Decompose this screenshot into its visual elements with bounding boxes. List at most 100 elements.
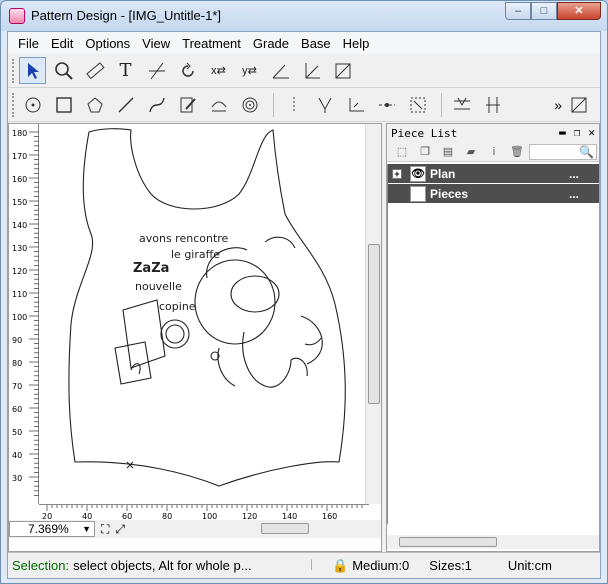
panel-close-icon[interactable]: ✕ [588, 126, 595, 139]
list-item-dots[interactable]: ... [569, 187, 579, 201]
angle-icon[interactable] [267, 57, 294, 84]
folder-icon[interactable]: ▰ [464, 145, 478, 159]
canvas-area[interactable]: 180 170 160 150 140 130 120 110 100 90 80 70 60 50 40 3… [8, 123, 382, 552]
ruler-tick-label: 130 [12, 244, 27, 253]
chevron-down-icon[interactable]: ▼ [82, 522, 91, 536]
corner-icon[interactable] [342, 91, 369, 118]
zoom-select[interactable]: 7.369% ▼ [9, 521, 95, 537]
cut-line-icon[interactable] [143, 57, 170, 84]
ruler-tick-label: 80 [12, 359, 22, 368]
toolbar-separator [273, 92, 274, 117]
point-icon[interactable] [280, 91, 307, 118]
zoom-icon[interactable] [50, 57, 77, 84]
piece-list: + 👁 Plan ... Pieces ... [387, 164, 599, 524]
pen-icon[interactable] [174, 91, 201, 118]
pattern-drawing[interactable]: avons rencontre le giraffe ZaZa nouvelle… [39, 124, 367, 504]
menu-bar: File Edit Options View Treatment Grade B… [8, 32, 600, 54]
axis-icon[interactable] [298, 57, 325, 84]
rotate-icon[interactable] [174, 57, 201, 84]
ruler-tick-label: 100 [12, 313, 27, 322]
menu-file[interactable]: File [12, 36, 45, 51]
copy-piece-icon[interactable]: ❐ [418, 145, 432, 159]
ruler-tick-label: 120 [12, 267, 27, 276]
zoom-fit-icon[interactable]: ⛶ [101, 522, 109, 537]
measure-icon[interactable] [404, 91, 431, 118]
line-icon[interactable] [112, 91, 139, 118]
circle-icon[interactable] [19, 91, 46, 118]
toolbar-overflow-button[interactable]: » [554, 97, 562, 113]
toolbar-grip[interactable] [12, 92, 16, 117]
toolbar-grip[interactable] [12, 58, 16, 83]
panel-minimize-icon[interactable]: ▬ [559, 126, 566, 139]
canvas-horizontal-scrollbar[interactable] [125, 521, 375, 536]
menu-treatment[interactable]: Treatment [176, 36, 247, 51]
select-arrow-icon[interactable] [19, 57, 46, 84]
menu-grade[interactable]: Grade [247, 36, 295, 51]
paste-piece-icon[interactable]: ▤ [441, 145, 455, 159]
menu-edit[interactable]: Edit [45, 36, 79, 51]
horizontal-scroll-thumb[interactable] [261, 523, 309, 534]
panel-restore-icon[interactable]: ❐ [574, 126, 581, 139]
notch-icon[interactable] [311, 91, 338, 118]
minimize-button[interactable]: – [505, 2, 531, 20]
expand-icon[interactable]: + [392, 168, 402, 179]
window-title: Pattern Design - [IMG_Untitle-1*] [31, 8, 222, 23]
list-item-label: Plan [430, 166, 456, 181]
drawing-text-5: copine [159, 300, 196, 313]
split-icon[interactable] [373, 91, 400, 118]
ruler-tick-label: 50 [12, 428, 22, 437]
spiral-icon[interactable] [236, 91, 263, 118]
yx-swap-icon[interactable]: y⇄ [236, 57, 263, 84]
vertical-ruler: 180 170 160 150 140 130 120 110 100 90 80 70 60 50 40 3… [9, 124, 39, 504]
canvas-vertical-scrollbar[interactable] [365, 124, 381, 504]
drawing-text-3: ZaZa [133, 261, 169, 276]
ruler-tick-label: 140 [12, 221, 27, 230]
close-button[interactable]: ✕ [557, 2, 601, 20]
menu-view[interactable]: View [136, 36, 176, 51]
ruler-tick-label: 160 [12, 175, 27, 184]
panel-search-input[interactable]: 🔍 [529, 144, 597, 160]
panel-scroll-thumb[interactable] [399, 537, 497, 547]
status-unit: Unit:cm [507, 558, 552, 573]
zoom-full-icon[interactable]: ⤢ [115, 522, 125, 537]
dart-icon[interactable] [448, 91, 475, 118]
app-icon [9, 8, 25, 24]
trash-icon[interactable]: 🗑 [510, 145, 524, 159]
maximize-button[interactable]: □ [531, 2, 557, 20]
polygon-icon[interactable] [81, 91, 108, 118]
rectangle-icon[interactable] [50, 91, 77, 118]
new-piece-icon[interactable]: ⬚ [395, 145, 409, 159]
ruler-tick-label: 170 [12, 152, 27, 161]
list-item-pieces[interactable]: Pieces ... [388, 184, 599, 203]
list-item-dots[interactable]: ... [569, 167, 579, 181]
list-item-plan[interactable]: + 👁 Plan ... [388, 164, 599, 183]
diagonal-icon[interactable] [329, 57, 356, 84]
eye-icon[interactable]: 👁 [410, 165, 426, 182]
text-icon[interactable]: T [112, 57, 139, 84]
lock-icon: 🔒 [332, 557, 349, 573]
grain-icon[interactable] [479, 91, 506, 118]
arc-icon[interactable] [205, 91, 232, 118]
vertical-scroll-thumb[interactable] [368, 244, 380, 404]
menu-base[interactable]: Base [295, 36, 337, 51]
ruler-icon[interactable] [81, 57, 108, 84]
horizontal-ruler: 20 40 60 80 100 120 140 160 [39, 504, 369, 521]
ruler-tick-label: 90 [12, 336, 22, 345]
visibility-toggle[interactable] [410, 185, 426, 202]
panel-toolbar: ⬚ ❐ ▤ ▰ i 🗑 🔍 [387, 142, 599, 162]
panel-horizontal-scrollbar[interactable] [387, 535, 599, 549]
curve-icon[interactable] [143, 91, 170, 118]
zoom-value: 7.369% [28, 522, 69, 536]
list-item-label: Pieces [430, 186, 469, 201]
ruler-tick-label: 30 [12, 474, 22, 483]
menu-help[interactable]: Help [337, 36, 376, 51]
drawing-toolbar: » [8, 88, 600, 122]
search-icon[interactable]: 🔍 [579, 145, 594, 159]
xy-swap-icon[interactable]: x⇄ [205, 57, 232, 84]
grade-icon[interactable] [565, 91, 592, 118]
main-toolbar: T x⇄ y⇄ [8, 54, 600, 88]
info-icon[interactable]: i [487, 145, 501, 159]
drawing-text-4: nouvelle [135, 280, 182, 293]
menu-options[interactable]: Options [79, 36, 136, 51]
status-text: select objects, Alt for whole p... [73, 558, 252, 573]
